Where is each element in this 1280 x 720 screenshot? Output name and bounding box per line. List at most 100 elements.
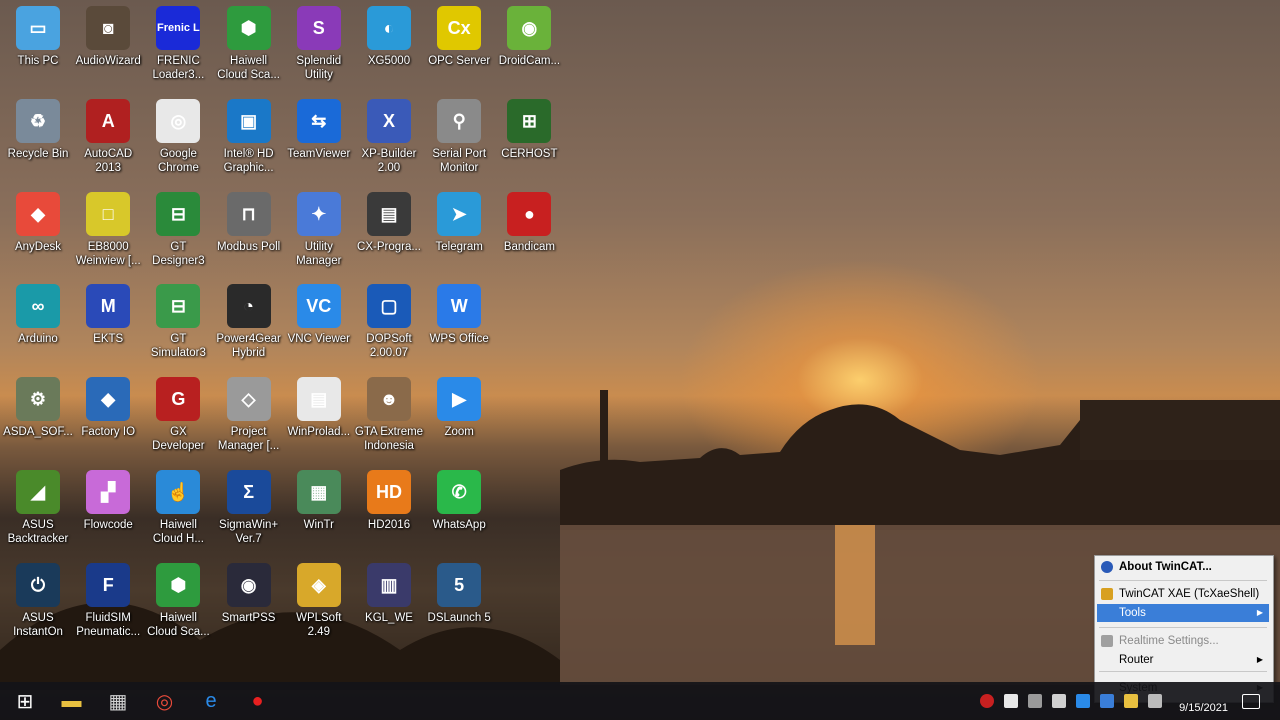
desktop-icon[interactable]: W WPS Office <box>424 280 494 370</box>
desktop-icon[interactable]: ▶ Zoom <box>424 373 494 463</box>
edge-button[interactable]: e <box>188 682 234 720</box>
desktop-icon[interactable]: ▤ CX-Progra... <box>354 188 424 278</box>
app-icon: F <box>86 562 131 607</box>
app-icon: ⏻ <box>16 562 60 607</box>
desktop-icon[interactable]: S Splendid Utility <box>284 2 354 92</box>
app-icon: ✦ <box>296 191 341 236</box>
desktop-icon[interactable]: ◆ Factory IO <box>73 373 143 463</box>
desktop-icon[interactable]: ◇ Project Manager [... <box>214 373 284 463</box>
desktop-icon[interactable]: ◉ SmartPSS <box>214 559 284 649</box>
desktop-icon[interactable]: ♻ Recycle Bin <box>3 95 73 185</box>
device-icon[interactable] <box>1052 694 1066 708</box>
desktop-icon-label: DOPSoft 2.00.07 <box>366 333 412 360</box>
desktop-icon[interactable]: ◙ AudioWizard <box>73 2 143 92</box>
desktop-icon[interactable]: G GX Developer <box>143 373 213 463</box>
desktop-icon-label: CERHOST <box>501 147 558 160</box>
desktop-icon[interactable]: ⚲ Serial Port Monitor <box>424 95 494 185</box>
desktop-icon[interactable]: ➤ Telegram <box>424 188 494 278</box>
desktop-icon[interactable]: ◎ Google Chrome <box>143 95 213 185</box>
app-icon: ▤ <box>367 191 411 236</box>
desktop-icon[interactable]: ◔ Power4Gear Hybrid <box>214 280 284 370</box>
desktop-icon-label: Splendid Utility <box>296 55 342 81</box>
app-icon: ● <box>507 191 552 236</box>
desktop-icon-label: Haiwell Cloud Sca... <box>217 55 280 81</box>
taskbar-date[interactable]: 9/15/2021 <box>1179 702 1228 714</box>
desktop-icon[interactable]: ◐ XG5000 <box>354 2 424 92</box>
desktop-icon[interactable]: Frenic L FRENIC Loader3... <box>143 2 213 92</box>
desktop-icon[interactable]: ∞ Arduino <box>3 280 73 370</box>
desktop-icon-label: Power4Gear Hybrid <box>216 333 281 360</box>
menu-item-realtime-settings[interactable]: Realtime Settings... <box>1097 632 1269 650</box>
desktop-icon[interactable]: 5 DSLaunch 5 <box>424 559 494 649</box>
desktop-icon[interactable]: HD HD2016 <box>354 466 424 556</box>
desktop-icon[interactable]: ◈ WPLSoft 2.49 <box>284 559 354 649</box>
app-icon: ⊞ <box>507 98 552 143</box>
app-icon: ◐ <box>367 6 411 50</box>
desktop-icon-label: This PC <box>17 55 59 67</box>
desktop-icon[interactable]: ◢ ASUS Backtracker <box>3 466 73 556</box>
app-icon: ☻ <box>367 377 411 422</box>
menu-item-twincat-xae-tcxaeshell[interactable]: TwinCAT XAE (TcXaeShell) <box>1097 585 1269 603</box>
network-app-icon[interactable] <box>1076 694 1090 708</box>
desktop-icon-label: ASUS Backtracker <box>7 519 69 545</box>
desktop-icon[interactable]: ▥ KGL_WE <box>354 559 424 649</box>
desktop-icon[interactable]: ⊞ CERHOST <box>494 95 564 185</box>
desktop-icon[interactable]: M EKTS <box>73 280 143 370</box>
folder-icon[interactable] <box>1124 694 1138 708</box>
desktop-icon[interactable]: ▭ This PC <box>3 2 73 92</box>
app-icon: ▤ <box>296 377 341 422</box>
desktop-icon-label: Telegram <box>435 240 483 253</box>
desktop-icon[interactable]: ✆ WhatsApp <box>424 466 494 556</box>
chrome-button[interactable]: ◎ <box>142 682 188 720</box>
desktop-icon[interactable]: ⬢ Haiwell Cloud Sca... <box>214 2 284 92</box>
desktop-icon-label: WPS Office <box>429 333 489 346</box>
app-icon: ▢ <box>367 284 411 329</box>
twincat-tray-icon[interactable] <box>1100 694 1114 708</box>
shield-icon[interactable] <box>1004 694 1018 708</box>
desktop-icon[interactable]: ◆ AnyDesk <box>3 188 73 278</box>
desktop-icon[interactable]: A AutoCAD 2013 <box>73 95 143 185</box>
desktop-icon[interactable]: □ EB8000 Weinview [... <box>73 188 143 278</box>
desktop-icon[interactable]: ☝ Haiwell Cloud H... <box>143 466 213 556</box>
desktop-icon[interactable]: ● Bandicam <box>494 188 564 278</box>
calculator-button[interactable]: ▦ <box>95 682 141 720</box>
desktop-icon[interactable]: ⏻ ASUS InstantOn <box>3 559 73 649</box>
usb-icon[interactable] <box>1028 694 1042 708</box>
notification-icon[interactable] <box>1242 694 1260 709</box>
desktop-icon[interactable]: Σ SigmaWin+ Ver.7 <box>214 466 284 556</box>
bandicam-button[interactable]: ● <box>235 682 281 720</box>
start-button[interactable]: ⊞ <box>2 682 48 720</box>
menu-item-router[interactable]: Router ▶ <box>1097 651 1269 669</box>
desktop-icon-label: FluidSIM Pneumatic... <box>76 611 141 638</box>
desktop-icon[interactable]: VC VNC Viewer <box>284 280 354 370</box>
record-icon[interactable] <box>980 694 994 708</box>
desktop-icon-label: Arduino <box>18 333 58 346</box>
desktop-icon[interactable]: Cx OPC Server <box>424 2 494 92</box>
desktop-icon-label: EKTS <box>93 333 124 346</box>
desktop-icon-label: Haiwell Cloud Sca... <box>147 611 210 638</box>
desktop-icon-label: DroidCam... <box>498 55 561 67</box>
desktop-icon[interactable]: ▞ Flowcode <box>73 466 143 556</box>
desktop-icon[interactable]: ✦ Utility Manager <box>284 188 354 278</box>
desktop-icon-label: Modbus Poll <box>216 240 281 253</box>
desktop-icon[interactable]: ⊓ Modbus Poll <box>214 188 284 278</box>
desktop-icon[interactable]: ⊟ GT Designer3 <box>143 188 213 278</box>
desktop-icon[interactable]: X XP-Builder 2.00 <box>354 95 424 185</box>
desktop-icon[interactable]: ⇆ TeamViewer <box>284 95 354 185</box>
desktop-icon[interactable]: ▢ DOPSoft 2.00.07 <box>354 280 424 370</box>
menu-item-about-twincat[interactable]: About TwinCAT... <box>1097 558 1269 576</box>
menu-item-tools[interactable]: Tools ▶ <box>1097 604 1269 622</box>
file-explorer-button[interactable]: ▬ <box>49 682 95 720</box>
desktop-icon[interactable]: ▣ Intel® HD Graphic... <box>214 95 284 185</box>
desktop-icon[interactable]: ⬢ Haiwell Cloud Sca... <box>143 559 213 649</box>
speaker-icon[interactable] <box>1148 694 1162 708</box>
desktop-icon-label: WPLSoft 2.49 <box>296 611 342 638</box>
desktop-icon[interactable]: F FluidSIM Pneumatic... <box>73 559 143 649</box>
desktop-icon[interactable]: ▦ WinTr <box>284 466 354 556</box>
desktop-icon[interactable]: ⚙ ASDA_SOF... <box>3 373 73 463</box>
desktop-icon[interactable]: ◉ DroidCam... <box>494 2 564 92</box>
desktop-icon-label: CX-Progra... <box>357 240 421 253</box>
desktop-icon[interactable]: ▤ WinProlad... <box>284 373 354 463</box>
desktop-icon[interactable]: ⊟ GT Simulator3 <box>143 280 213 370</box>
desktop-icon[interactable]: ☻ GTA Extreme Indonesia <box>354 373 424 463</box>
